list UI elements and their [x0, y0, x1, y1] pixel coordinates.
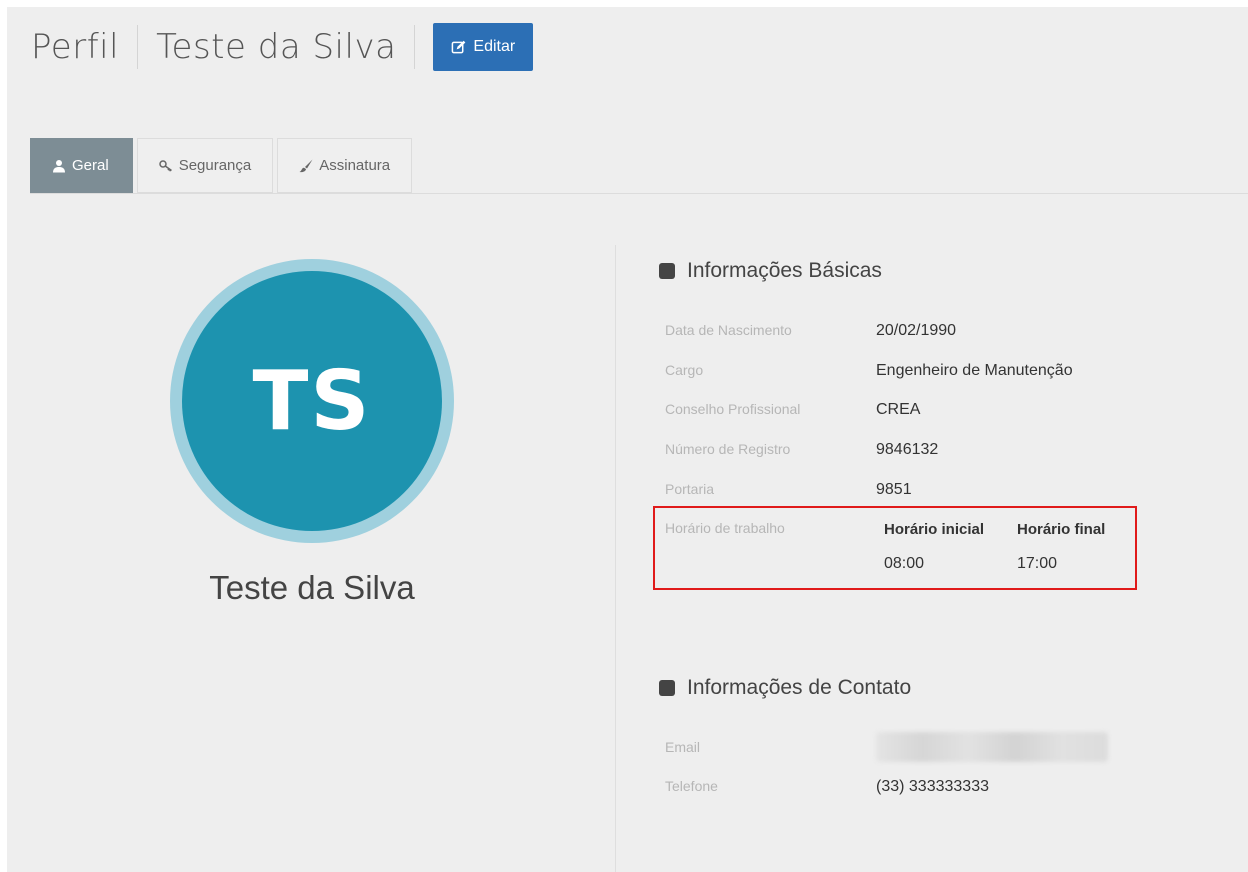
field-label: Telefone: [665, 778, 718, 794]
contact-info-heading: Informações de Contato: [659, 676, 911, 700]
end-value: 17:00: [1017, 555, 1058, 572]
field-label: Data de Nascimento: [665, 322, 792, 338]
contact-row-email: Email: [665, 732, 1108, 762]
tab-label: Geral: [72, 157, 109, 174]
field-label: Conselho Profissional: [665, 401, 801, 417]
header-separator: [414, 25, 416, 69]
header-separator: [137, 25, 139, 69]
tab-geral[interactable]: Geral: [30, 138, 133, 193]
work-hours-label: Horário de trabalho: [665, 520, 785, 536]
work-hours-end: Horário final 17:00: [1017, 521, 1105, 573]
work-hours-highlight: Horário de trabalho Horário inicial 08:0…: [653, 506, 1137, 590]
page-header: Perfil Teste da Silva Editar: [31, 21, 534, 73]
square-bullet-icon: [659, 680, 675, 696]
info-row-role: Cargo Engenheiro de Manutenção: [665, 362, 1073, 380]
field-value: (33) 333333333: [876, 778, 989, 795]
user-icon: [53, 159, 65, 172]
profile-tabs: Geral Segurança Assinatura: [30, 138, 413, 193]
email-value-blurred: [876, 732, 1108, 762]
edit-button-label: Editar: [473, 38, 516, 55]
avatar-initials: TS: [182, 271, 442, 531]
info-row-council: Conselho Profissional CREA: [665, 401, 920, 419]
basic-info-heading: Informações Básicas: [659, 259, 882, 283]
field-value: 9846132: [876, 441, 939, 458]
tab-label: Segurança: [178, 157, 252, 174]
profile-page: Perfil Teste da Silva Editar Geral Segur: [7, 7, 1248, 872]
avatar: TS: [170, 259, 454, 543]
tab-assinatura[interactable]: Assinatura: [277, 138, 413, 193]
info-row-registration: Número de Registro 9846132: [665, 441, 938, 459]
tabs-underline: [30, 193, 1248, 194]
edit-icon: [452, 40, 466, 53]
field-value: 9851: [876, 481, 912, 498]
basic-info-title: Informações Básicas: [687, 259, 882, 282]
info-row-ordinance: Portaria 9851: [665, 481, 912, 499]
page-title: Perfil: [31, 27, 120, 67]
square-bullet-icon: [659, 263, 675, 279]
tab-label: Assinatura: [319, 157, 391, 174]
brush-icon: [299, 159, 313, 172]
start-value: 08:00: [884, 555, 925, 572]
field-value: CREA: [876, 401, 921, 418]
column-divider: [615, 245, 616, 872]
page-subtitle: Teste da Silva: [156, 27, 397, 67]
start-header: Horário inicial: [884, 521, 985, 538]
edit-button[interactable]: Editar: [433, 23, 534, 71]
field-value: Engenheiro de Manutenção: [876, 362, 1073, 379]
field-label: Número de Registro: [665, 441, 791, 457]
end-header: Horário final: [1017, 521, 1106, 538]
work-hours-start: Horário inicial 08:00: [884, 521, 984, 573]
field-label: Portaria: [665, 481, 715, 497]
field-label: Email: [665, 739, 701, 755]
field-value: 20/02/1990: [876, 322, 957, 339]
user-name: Teste da Silva: [209, 569, 415, 606]
contact-row-phone: Telefone (33) 333333333: [665, 778, 989, 796]
tab-seguranca[interactable]: Segurança: [136, 138, 274, 193]
contact-info-title: Informações de Contato: [687, 676, 912, 699]
key-icon: [158, 159, 172, 172]
info-row-birthdate: Data de Nascimento 20/02/1990: [665, 322, 956, 340]
field-label: Cargo: [665, 362, 704, 378]
